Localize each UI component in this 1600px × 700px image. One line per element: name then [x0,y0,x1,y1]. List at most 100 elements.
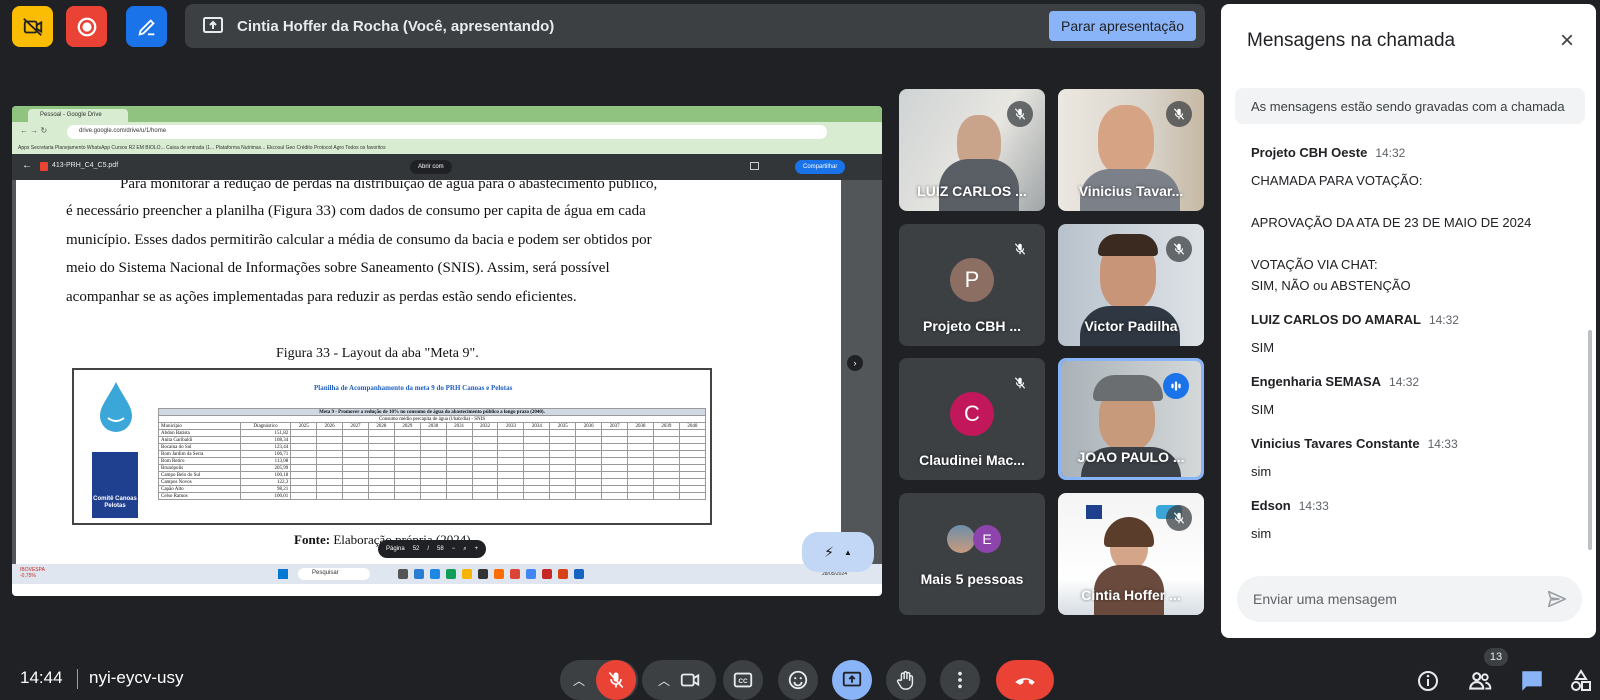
avatar: E [973,525,1001,553]
table-row: Campo Belo do Sul 100,18 [158,471,707,479]
address-bar: drive.google.com/drive/u/1/home [67,125,827,139]
chat-scrollbar[interactable] [1588,330,1592,550]
more-options-button[interactable] [940,660,980,700]
participant-tile[interactable]: JOAO PAULO ... [1058,358,1204,480]
mic-off-button[interactable] [596,660,636,700]
participant-tile[interactable]: Victor Padilha [1058,224,1204,346]
chat-message: Projeto CBH Oeste 14:32 CHAMADA PARA VOTA… [1251,144,1571,296]
close-icon[interactable]: × [1555,29,1579,54]
participant-tile[interactable]: Vinicius Tavar... [1058,89,1204,211]
participant-name: Cintia Hoffer ... [1081,587,1181,603]
stop-presenting-button[interactable]: Parar apresentação [1049,11,1196,41]
reactions-button[interactable] [778,660,818,700]
people-button[interactable] [1467,668,1493,694]
recording-notice: As mensagens estão sendo gravadas com a … [1235,88,1585,124]
table-cell: Bom Retiro [158,457,241,465]
chat-button[interactable] [1519,668,1545,694]
table-header-cell: Município [158,422,241,430]
table-cell [471,478,499,486]
meeting-details-button[interactable] [1415,668,1441,694]
paragraph-line: meio do Sistema Nacional de Informações … [66,260,610,276]
message-input[interactable] [1253,589,1523,609]
table-cell [342,443,369,451]
chat-message: Vinicius Tavares Constante 14:33 sim [1251,435,1571,482]
raise-hand-button[interactable] [886,660,926,700]
table-cell: 123,44 [239,443,292,451]
present-button[interactable] [832,660,872,700]
table-cell [678,429,707,437]
send-icon[interactable] [1546,588,1568,610]
table-cell [523,492,551,500]
taskbar-app-icon [478,569,488,579]
participant-tile[interactable]: C Claudinei Mac... [899,358,1045,480]
message-time: 14:32 [1428,313,1459,327]
captions-button[interactable]: CC [723,660,763,700]
table-cell [575,464,603,472]
message-time: 14:32 [1389,375,1420,389]
muted-mic-icon [1007,370,1033,396]
video-off-icon [22,17,42,36]
message-text: CHAMADA PARA VOTAÇÃO: APROVAÇÃO DA ATA D… [1251,173,1532,293]
table-cell [678,464,707,472]
leave-call-button[interactable] [996,660,1054,700]
table-cell [290,450,318,458]
back-arrow-icon: ← [22,160,32,171]
chat-message: Edson 14:33 sim [1251,497,1571,544]
table-cell [678,471,707,479]
table-cell [316,471,344,479]
browser-toolbar: ← → ↻ drive.google.com/drive/u/1/home [12,122,882,142]
table-cell [497,478,525,486]
table-cell [290,457,318,465]
participant-tile[interactable]: Cintia Hoffer ... [1058,493,1204,615]
table-row: Celso Ramos 100,01 [158,492,707,500]
participant-tile[interactable]: LUIZ CARLOS ... [899,89,1045,211]
meeting-code: nyi-eycv-usy [89,668,184,687]
activities-button[interactable] [1568,668,1594,694]
mic-options-chevron-icon[interactable]: ︿ [562,672,596,689]
annotate-button[interactable] [126,6,167,47]
share-button: Compartilhar [795,160,846,174]
page-current: 52 [412,546,420,552]
table-cell [367,436,395,444]
recording-button[interactable] [66,6,107,47]
browser-tab: Pessoal - Google Drive [28,109,128,122]
table-cell [445,457,473,465]
camera-options-chevron-icon[interactable]: ︿ [649,672,679,689]
camera-off-button[interactable] [12,6,53,47]
table-cell [419,450,447,458]
message-time: 14:33 [1298,499,1329,513]
table-cell [290,478,318,486]
message-time: 14:33 [1427,437,1458,451]
table-cell [523,429,551,437]
closed-captions-icon: CC [733,672,753,688]
table-cell [627,471,654,479]
open-with-button: Abrir com [410,160,452,174]
table-cell [497,471,525,479]
table-cell [316,478,344,486]
table-header-cell: 2035 [549,422,577,430]
chat-panel: Mensagens na chamada × As mensagens estã… [1221,4,1596,638]
table-cell [549,471,577,479]
avatar [947,525,975,553]
table-cell [549,457,577,465]
table-row: Bocaina do Sul 123,44 [158,443,707,451]
message-sender: LUIZ CARLOS DO AMARAL [1251,312,1421,327]
table-cell [497,436,525,444]
table-cell [445,429,473,437]
next-page-arrow-icon: › [847,355,863,371]
participant-tile[interactable]: P Projeto CBH ... [899,224,1045,346]
taskbar-app-icon [494,569,504,579]
table-row: Brunópolis 205,99 [158,464,707,472]
table-cell: Campo Belo do Sul [158,471,241,479]
table-title: Meta 9 - Promover a redução de 10% no co… [158,408,706,416]
more-participants-tile[interactable]: E Mais 5 pessoas [899,493,1045,615]
table-cell [652,464,680,472]
message-sender: Edson [1251,498,1291,513]
speaking-indicator-icon [1163,373,1189,399]
message-sender: Vinicius Tavares Constante [1251,436,1420,451]
table-header-cell: 2031 [445,422,473,430]
camera-icon[interactable] [679,669,701,691]
page-total: 58 [437,546,444,552]
table-cell [471,429,499,437]
table-cell [678,443,707,451]
